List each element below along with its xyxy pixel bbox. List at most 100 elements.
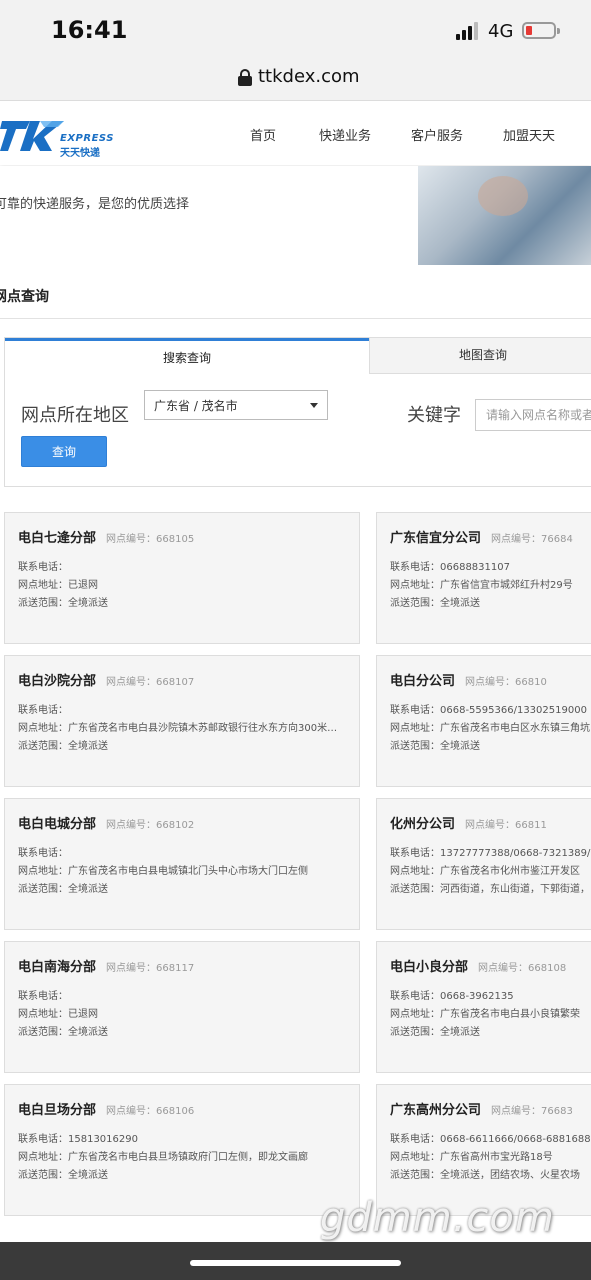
outlet-code: 网点编号：76684 <box>491 534 573 545</box>
outlet-name-text: 电白沙院分部 <box>18 674 97 689</box>
home-indicator[interactable] <box>190 1260 401 1266</box>
query-button[interactable]: 查询 <box>21 436 107 467</box>
nav-item-home[interactable]: 首页 <box>250 125 276 144</box>
outlet-card[interactable]: 电白电城分部 网点编号：668102 联系电话： 网点地址：广东省茂名市电白县电城镇北… <box>4 798 360 930</box>
banner-slogan: 可靠的快递服务，是您的优质选择 <box>0 197 190 212</box>
network-type: 4G <box>488 21 514 42</box>
outlet-card[interactable]: 化州分公司 网点编号：66811 联系电话：13727777388/0668-732… <box>376 798 591 930</box>
outlet-name-text: 电白旦场分部 <box>18 1103 97 1118</box>
outlet-phone: 联系电话：0668-5595366/13302519000 <box>390 705 587 716</box>
outlet-address: 网点地址：广东省茂名市化州市鉴江开发区 <box>390 866 580 877</box>
url-text[interactable]: ttkdex.com <box>258 66 360 87</box>
outlet-name: 电白南海分部 网点编号：668117 <box>18 956 194 975</box>
outlet-card[interactable]: 电白小良分部 网点编号：668108 联系电话：0668-3962135 网点地址：广… <box>376 941 591 1073</box>
outlet-scope: 派送范围：全境派送 <box>18 1170 108 1181</box>
outlet-phone: 联系电话： <box>18 991 68 1002</box>
outlet-name-text: 电白电城分部 <box>18 817 97 832</box>
outlet-name-text: 化州分公司 <box>390 817 456 832</box>
outlet-code: 网点编号：66810 <box>465 677 547 688</box>
nav-item-express-business[interactable]: 快递业务 <box>319 125 371 144</box>
outlet-card[interactable]: 广东信宜分公司 网点编号：76684 联系电话：06688831107 网点地址：广东… <box>376 512 591 644</box>
outlet-address: 网点地址：广东省茂名市电白县电城镇北门头中心市场大门口左侧 <box>18 866 308 877</box>
outlet-code: 网点编号：668107 <box>106 677 195 688</box>
outlet-name: 电白电城分部 网点编号：668102 <box>18 813 194 832</box>
keyword-label: 关键字 <box>407 405 461 426</box>
outlet-address: 网点地址：广东省信宜市城郊红升村29号 <box>390 580 573 591</box>
outlet-code: 网点编号：668117 <box>106 963 195 974</box>
region-label: 网点所在地区 <box>21 405 129 426</box>
outlet-name-text: 广东信宜分公司 <box>390 531 482 546</box>
outlet-scope: 派送范围：全境派送，团结农场、火星农场 <box>390 1170 580 1181</box>
outlet-card[interactable]: 电白沙院分部 网点编号：668107 联系电话： 网点地址：广东省茂名市电白县沙院镇木… <box>4 655 360 787</box>
logo-cn: 天天快递 <box>60 148 100 159</box>
outlet-code: 网点编号：76683 <box>491 1106 573 1117</box>
outlet-phone: 联系电话：0668-3962135 <box>390 991 514 1002</box>
outlet-phone: 联系电话：06688831107 <box>390 562 510 573</box>
battery-icon <box>522 22 560 39</box>
outlet-address: 网点地址：广东省茂名市电白县小良镇繁荣 <box>390 1009 580 1020</box>
page-title: 网点查询 <box>0 289 49 305</box>
outlet-scope: 派送范围：河西街道，东山街道，下郭街道， <box>390 884 590 895</box>
banner-photo <box>418 166 591 265</box>
outlet-address: 网点地址：广东省茂名市电白县沙院镇木苏邮政银行往水东方向300米路东侧 <box>18 723 338 734</box>
outlet-card[interactable]: 电白旦场分部 网点编号：668106 联系电话：15813016290 网点地址：广东… <box>4 1084 360 1216</box>
chevron-down-icon <box>310 403 318 408</box>
outlet-name-text: 电白七逄分部 <box>18 531 97 546</box>
logo-express: EXPRESS <box>60 133 114 144</box>
outlet-name: 电白七逄分部 网点编号：668105 <box>18 527 194 546</box>
ttk-logo[interactable]: EXPRESS 天天快递 <box>0 115 116 159</box>
outlet-scope: 派送范围：全境派送 <box>18 598 108 609</box>
divider <box>0 318 591 319</box>
outlet-scope: 派送范围：全境派送 <box>18 1027 108 1038</box>
outlet-phone: 联系电话： <box>18 562 68 573</box>
outlet-scope: 派送范围：全境派送 <box>390 1027 480 1038</box>
outlet-name-text: 广东高州分公司 <box>390 1103 482 1118</box>
outlet-scope: 派送范围：全境派送 <box>390 598 480 609</box>
outlet-code: 网点编号：668106 <box>106 1106 195 1117</box>
outlet-phone: 联系电话： <box>18 848 68 859</box>
outlet-name-text: 电白分公司 <box>390 674 456 689</box>
outlet-name-text: 电白南海分部 <box>18 960 97 975</box>
keyword-input[interactable]: 请输入网点名称或者 <box>475 399 591 431</box>
region-value: 广东省 / 茂名市 <box>154 399 238 413</box>
tab-search[interactable]: 搜索查询 <box>5 338 369 375</box>
top-navigation: EXPRESS 天天快递 首页 快递业务 客户服务 加盟天天 <box>0 101 591 165</box>
outlet-name: 化州分公司 网点编号：66811 <box>390 813 547 832</box>
outlet-name: 电白沙院分部 网点编号：668107 <box>18 670 194 689</box>
outlet-name: 电白旦场分部 网点编号：668106 <box>18 1099 194 1118</box>
outlet-scope: 派送范围：全境派送 <box>390 741 480 752</box>
tab-map[interactable]: 地图查询 <box>369 338 591 374</box>
outlet-scope: 派送范围：全境派送 <box>18 741 108 752</box>
lock-icon <box>238 69 252 87</box>
outlet-code: 网点编号：668108 <box>478 963 567 974</box>
outlet-address: 网点地址：广东省高州市宝光路18号 <box>390 1152 553 1163</box>
outlet-name: 电白分公司 网点编号：66810 <box>390 670 547 689</box>
outlet-code: 网点编号：668105 <box>106 534 195 545</box>
outlet-name: 电白小良分部 网点编号：668108 <box>390 956 566 975</box>
outlet-code: 网点编号：668102 <box>106 820 195 831</box>
nav-item-join[interactable]: 加盟天天 <box>503 125 555 144</box>
outlet-card[interactable]: 电白分公司 网点编号：66810 联系电话：0668-5595366/1330251… <box>376 655 591 787</box>
outlet-name: 广东高州分公司 网点编号：76683 <box>390 1099 573 1118</box>
outlet-address: 网点地址：已退网 <box>18 1009 98 1020</box>
outlet-address: 网点地址：广东省茂名市电白县旦场镇政府门口左侧，即龙文画廊 <box>18 1152 308 1163</box>
outlet-phone: 联系电话：15813016290 <box>18 1134 138 1145</box>
outlet-phone: 联系电话： <box>18 705 68 716</box>
status-bar: 16:41 4G <box>0 0 591 58</box>
outlet-address: 网点地址：广东省茂名市电白区水东镇三角坑 <box>390 723 590 734</box>
outlet-phone: 联系电话：13727777388/0668-7321389/0668- <box>390 848 591 859</box>
browser-url-bar[interactable]: ttkdex.com <box>0 58 591 101</box>
outlet-name: 广东信宜分公司 网点编号：76684 <box>390 527 573 546</box>
outlet-card[interactable]: 电白南海分部 网点编号：668117 联系电话： 网点地址：已退网 派送范围：全境派送 <box>4 941 360 1073</box>
outlet-phone: 联系电话：0668-6611666/0668-6881688 <box>390 1134 591 1145</box>
outlet-name-text: 电白小良分部 <box>390 960 469 975</box>
signal-icon <box>456 22 482 40</box>
nav-item-customer-service[interactable]: 客户服务 <box>411 125 463 144</box>
outlet-scope: 派送范围：全境派送 <box>18 884 108 895</box>
region-select[interactable]: 广东省 / 茂名市 <box>144 390 328 420</box>
outlet-card[interactable]: 电白七逄分部 网点编号：668105 联系电话： 网点地址：已退网 派送范围：全境派送 <box>4 512 360 644</box>
outlet-address: 网点地址：已退网 <box>18 580 98 591</box>
search-panel: 搜索查询 地图查询 网点所在地区 广东省 / 茂名市 关键字 请输入网点名称或者… <box>4 337 591 487</box>
watermark: gdmm.com <box>320 1195 555 1241</box>
status-time: 16:41 <box>51 16 128 44</box>
